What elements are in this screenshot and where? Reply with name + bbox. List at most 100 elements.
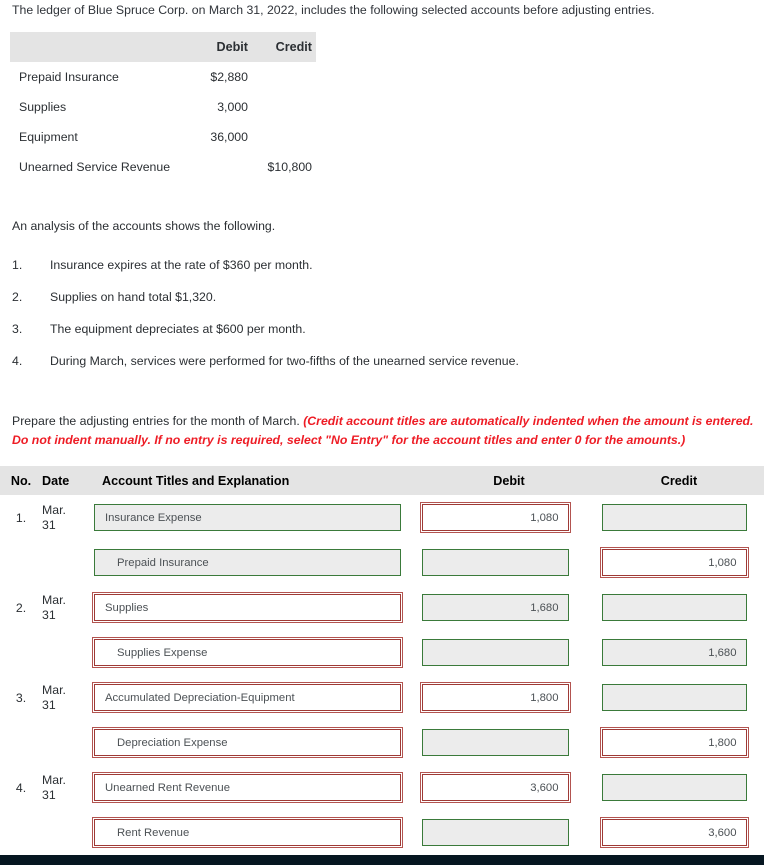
journal-row: Prepaid Insurance 1,080 [0,540,764,585]
journal-credit-cell: 1,080 [584,547,764,578]
journal-row-number: 2. [15,600,27,615]
journal-entry-table: No. Date Account Titles and Explanation … [0,466,764,855]
account-title-select[interactable]: Rent Revenue [92,817,403,848]
ledger-header-row: Debit Credit [10,32,316,62]
journal-row: 2. Mar. 31 Supplies 1,680 [0,585,764,630]
journal-row-number: 4. [15,780,27,795]
journal-row-number: 1. [15,510,27,525]
ledger-body: Prepaid Insurance $2,880 Supplies 3,000 Equi… [10,62,316,182]
account-title-select[interactable]: Depreciation Expense [92,727,403,758]
account-title-select[interactable]: Supplies [92,592,403,623]
account-title-select[interactable]: Unearned Rent Revenue [92,772,403,803]
analysis-item-text: Supplies on hand total $1,320. [50,290,217,304]
journal-row: 3. Mar. 31 Accumulated Depreciation-Equipme… [0,675,764,720]
debit-amount-input[interactable] [421,549,569,576]
journal-row: Rent Revenue 3,600 [0,810,764,855]
account-title-select[interactable]: Prepaid Insurance [94,549,401,576]
journal-row: 4. Mar. 31 Unearned Rent Revenue 3,600 [0,765,764,810]
analysis-item: 3. The equipment depreciates at $600 per … [12,322,742,354]
analysis-item: 2. Supplies on hand total $1,320. [12,290,742,322]
ledger-row: Unearned Service Revenue $10,800 [10,152,316,182]
analysis-item-text: The equipment depreciates at $600 per mo… [50,322,306,336]
debit-amount-input[interactable]: 1,680 [421,594,569,621]
journal-debit-cell: 1,800 [406,682,584,713]
ledger-row: Supplies 3,000 [10,92,316,122]
journal-row: 1. Mar. 31 Insurance Expense 1,080 [0,495,764,540]
journal-account-cell: Unearned Rent Revenue [92,772,406,803]
debit-amount-input[interactable] [421,729,569,756]
journal-header-account: Account Titles and Explanation [102,473,290,488]
credit-amount-input[interactable] [601,774,747,801]
journal-body: 1. Mar. 31 Insurance Expense 1,080 Prepaid In… [0,495,764,855]
journal-debit-cell [406,639,584,666]
analysis-item-number: 3. [12,322,23,336]
journal-credit-cell [584,504,764,531]
ledger-account-name: Prepaid Insurance [19,70,119,84]
journal-account-cell: Prepaid Insurance [94,549,406,576]
credit-amount-input[interactable]: 1,680 [601,639,747,666]
credit-amount-input[interactable]: 1,080 [599,547,749,578]
debit-amount-input[interactable] [421,639,569,666]
prompt-lead: Prepare the adjusting entries for the mo… [12,414,304,428]
credit-amount-input[interactable] [601,684,747,711]
journal-row-date: Mar. 31 [42,683,94,713]
journal-header-row: No. Date Account Titles and Explanation … [0,466,764,495]
account-title-select[interactable]: Insurance Expense [94,504,401,531]
ledger-account-name: Supplies [19,100,67,114]
ledger-table: Debit Credit Prepaid Insurance $2,880 Supp… [10,32,316,182]
ledger-row: Prepaid Insurance $2,880 [10,62,316,92]
journal-row: Depreciation Expense 1,800 [0,720,764,765]
journal-date-month: Mar. [42,772,66,787]
credit-amount-input[interactable] [601,504,747,531]
journal-date-month: Mar. [42,592,66,607]
journal-account-cell: Supplies [92,592,406,623]
analysis-lead: An analysis of the accounts shows the fo… [12,219,276,233]
journal-row: Supplies Expense 1,680 [0,630,764,675]
journal-account-cell: Insurance Expense [94,504,406,531]
journal-credit-cell: 1,680 [584,639,764,666]
journal-debit-cell: 3,600 [406,772,584,803]
worksheet-page: The ledger of Blue Spruce Corp. on March… [0,0,764,865]
journal-account-cell: Depreciation Expense [92,727,406,758]
credit-amount-input[interactable] [601,594,747,621]
journal-date-day: 31 [42,697,56,712]
ledger-debit-amount: 36,000 [210,130,248,144]
ledger-account-name: Equipment [19,130,78,144]
account-title-select[interactable]: Accumulated Depreciation-Equipment [92,682,403,713]
bottom-bar [0,855,764,865]
journal-credit-cell: 1,800 [584,727,764,758]
debit-amount-input[interactable] [421,819,569,846]
analysis-item-number: 4. [12,354,23,368]
analysis-item: 4. During March, services were performed … [12,354,742,386]
journal-row-date: Mar. 31 [42,503,94,533]
journal-row-date: Mar. 31 [42,773,94,803]
analysis-item-number: 2. [12,290,23,304]
credit-amount-input[interactable]: 3,600 [599,817,749,848]
journal-date-day: 31 [42,517,56,532]
ledger-row: Equipment 36,000 [10,122,316,152]
ledger-credit-amount: $10,800 [267,160,312,174]
journal-debit-cell [406,819,584,846]
journal-debit-cell [406,729,584,756]
journal-credit-cell [584,594,764,621]
analysis-item: 1. Insurance expires at the rate of $360 … [12,258,742,290]
debit-amount-input[interactable]: 1,080 [419,502,571,533]
analysis-list: 1. Insurance expires at the rate of $360 … [12,258,742,386]
debit-amount-input[interactable]: 3,600 [419,772,571,803]
ledger-account-name: Unearned Service Revenue [19,160,171,174]
ledger-debit-amount: $2,880 [210,70,248,84]
journal-row-number: 3. [15,690,27,705]
analysis-item-text: During March, services were performed fo… [50,354,519,368]
journal-row-date: Mar. 31 [42,593,94,623]
journal-debit-cell [406,549,584,576]
analysis-item-number: 1. [12,258,23,272]
journal-credit-cell: 3,600 [584,817,764,848]
journal-date-month: Mar. [42,502,66,517]
journal-date-month: Mar. [42,682,66,697]
account-title-select[interactable]: Supplies Expense [92,637,403,668]
debit-amount-input[interactable]: 1,800 [419,682,571,713]
journal-header-debit: Debit [493,473,525,488]
intro-paragraph: The ledger of Blue Spruce Corp. on March… [12,3,655,17]
journal-header-no: No. [10,473,32,488]
credit-amount-input[interactable]: 1,800 [599,727,749,758]
